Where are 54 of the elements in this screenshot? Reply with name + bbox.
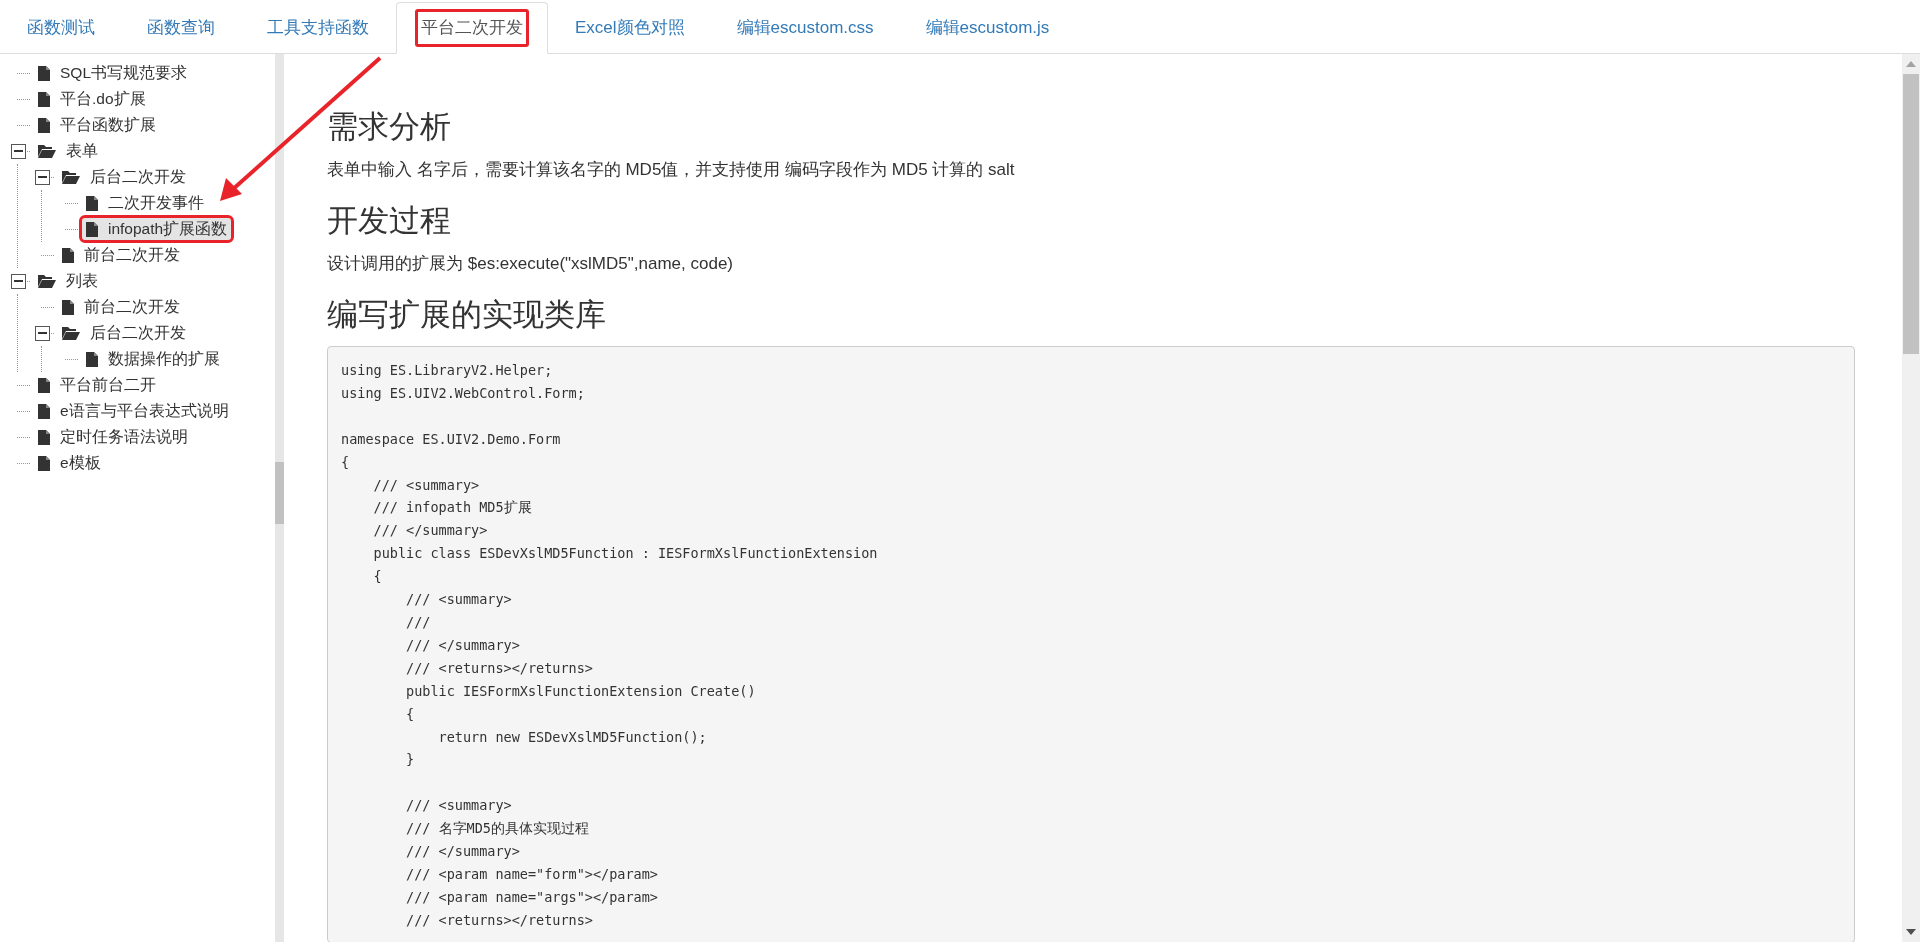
tree-item[interactable]: e语言与平台表达式说明 (34, 400, 233, 422)
section-heading: 编写扩展的实现类库 (327, 296, 607, 334)
tree-item[interactable]: 列表 (34, 270, 102, 292)
file-icon (38, 377, 50, 393)
paragraph: 表单中输入 名字后，需要计算该名字的 MD5值，并支持使用 编码字段作为 MD5 计算的 salt (327, 159, 1016, 181)
tree-item[interactable]: 前台二次开发 (58, 244, 184, 266)
scroll-down-arrow-icon[interactable] (1906, 929, 1916, 935)
tab[interactable]: 平台二次开发 (396, 2, 548, 54)
code-block: using ES.LibraryV2.Helper; using ES.UIV2.WebControl.Form; namespace ES.UIV2.Demo.Form { /// <summary> /// infopath MD5扩展 /// </summary> public class ESDevXslMD5Function : IESFormXslFunctionExtension { /// <summary> /// /// </summary> /// <returns></returns> public IESFormXslFunctionExtension Create() { return new ESDevXslMD5Function(); } /// <summary> /// 名字MD5的具体实现过程 /// </summary> /// <param name="form"></param> /// <param name="args"></param> /// <returns></returns> (327, 346, 1855, 942)
file-icon (38, 117, 50, 133)
paragraph: 设计调用的扩展为 $es:execute("xslMD5",name, code) (327, 253, 735, 275)
tree-item[interactable]: SQL书写规范要求 (34, 62, 191, 84)
tree-item[interactable]: 平台函数扩展 (34, 114, 160, 136)
tree-item[interactable]: 前台二次开发 (58, 296, 184, 318)
open-folder-icon (38, 274, 56, 288)
tree-item[interactable]: 平台前台二开 (34, 374, 160, 396)
tree-item[interactable]: 数据操作的扩展 (82, 348, 224, 370)
section-heading: 需求分析 (327, 108, 452, 146)
tab[interactable]: 编辑escustom.css (711, 2, 899, 54)
collapse-toggle[interactable] (34, 169, 50, 185)
file-icon (38, 65, 50, 81)
tab[interactable]: 编辑escustom.js (900, 2, 1075, 54)
file-icon (38, 429, 50, 445)
file-icon (38, 455, 50, 471)
tab[interactable]: Excel颜色对照 (550, 2, 710, 54)
collapse-toggle[interactable] (34, 325, 50, 341)
file-icon (86, 195, 98, 211)
collapse-toggle[interactable] (10, 273, 26, 289)
open-folder-icon (38, 144, 56, 158)
file-icon (38, 91, 50, 107)
file-icon (62, 299, 74, 315)
tree-item[interactable]: 后台二次开发 (58, 322, 190, 344)
tab[interactable]: 工具支持函数 (242, 2, 394, 54)
file-icon (62, 247, 74, 263)
tree-item[interactable]: 后台二次开发 (58, 166, 190, 188)
file-icon (38, 403, 50, 419)
tree-item[interactable]: 二次开发事件 (82, 192, 208, 214)
tree-item[interactable]: infopath扩展函数 (82, 218, 232, 240)
open-folder-icon (62, 170, 80, 184)
tree-item[interactable]: 表单 (34, 140, 102, 162)
tree-item[interactable]: e模板 (34, 452, 105, 474)
tab[interactable]: 函数查询 (122, 2, 240, 54)
tab[interactable]: 函数测试 (2, 2, 120, 54)
page-scrollbar[interactable] (1902, 54, 1920, 942)
tree-item[interactable]: 定时任务语法说明 (34, 426, 192, 448)
scrollbar-thumb[interactable] (1903, 74, 1919, 354)
section-heading: 开发过程 (327, 202, 452, 240)
sidebar-scrollbar[interactable] (275, 54, 284, 942)
scrollbar-thumb[interactable] (275, 462, 284, 524)
file-icon (86, 351, 98, 367)
file-icon (86, 221, 98, 237)
tree-item[interactable]: 平台.do扩展 (34, 88, 150, 110)
collapse-toggle[interactable] (10, 143, 26, 159)
open-folder-icon (62, 326, 80, 340)
